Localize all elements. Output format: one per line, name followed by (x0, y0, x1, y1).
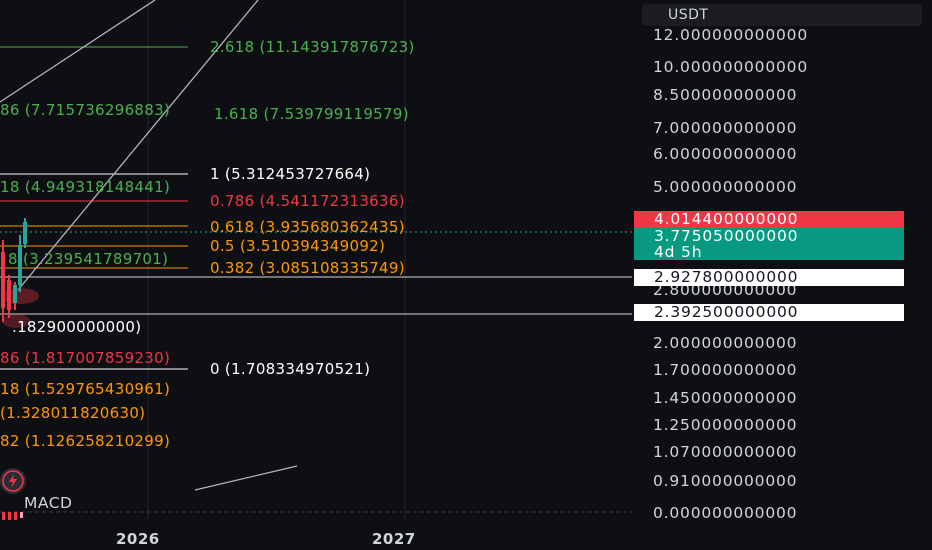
price-scale[interactable]: 12.000000000000 10.000000000000 8.500000… (632, 0, 932, 522)
price-tick: 0.910000000000 (653, 472, 798, 490)
price-tick: 7.000000000000 (653, 119, 798, 137)
macd-bar (2, 512, 5, 520)
price-tick: 6.000000000000 (653, 145, 798, 163)
price-tick: 1.700000000000 (653, 361, 798, 379)
trend-line-3 (194, 465, 298, 491)
fib-label-left: 86 (1.817007859230) (0, 349, 171, 367)
candle (13, 285, 17, 303)
fib-label-left: 82 (1.126258210299) (0, 432, 171, 450)
price-tick: 1.450000000000 (653, 389, 798, 407)
price-tick: 1.250000000000 (653, 416, 798, 434)
price-tick: 5.000000000000 (653, 178, 798, 196)
fib-label-left: 18 (4.949318148441) (0, 178, 171, 196)
fib-label-left: 18 (1.529765430961) (0, 380, 171, 398)
fib-label-left: (1.328011820630) (0, 404, 146, 422)
fib-label-left: 8 (3.239541789701) (8, 250, 169, 268)
fib-label-left: .182900000000) (12, 318, 142, 336)
price-tick: 2.000000000000 (653, 334, 798, 352)
lightning-icon[interactable] (0, 468, 26, 494)
fib-label-0382: 0.382 (3.085108335749) (210, 259, 405, 277)
macd-bar (20, 512, 23, 518)
high-price-tag: 4.014400000000 (634, 211, 904, 228)
price-tick: 12.000000000000 (653, 26, 808, 44)
fib-label-0618: 0.618 (3.935680362435) (210, 218, 405, 236)
macd-bar (8, 512, 11, 520)
chart-pane[interactable]: 2.618 (11.143917876723) 1.618 (7.5397991… (0, 0, 632, 520)
countdown-tag: 4d 5h (634, 244, 904, 260)
macd-indicator-label[interactable]: MACD (24, 494, 72, 512)
year-label-2027: 2027 (372, 530, 416, 548)
fib-label-2618: 2.618 (11.143917876723) (210, 38, 415, 56)
horizontal-line-tag: 2.927800000000 (634, 269, 904, 286)
price-tick: 8.500000000000 (653, 86, 798, 104)
price-tick: 1.070000000000 (653, 443, 798, 461)
price-tick: 10.000000000000 (653, 58, 808, 76)
time-axis[interactable]: 2026 2027 (0, 520, 932, 550)
candle (7, 280, 11, 310)
trend-line-1 (0, 0, 156, 103)
fib-label-0: 0 (1.708334970521) (210, 360, 371, 378)
fib-label-05: 0.5 (3.510394349092) (210, 237, 386, 255)
horizontal-line-tag: 2.392500000000 (634, 304, 904, 321)
fib-label-0786: 0.786 (4.541172313636) (210, 192, 405, 210)
candle (1, 252, 5, 308)
candle (23, 222, 27, 244)
fib-label-left: 86 (7.715736296883) (0, 101, 171, 119)
fib-label-1618: 1.618 (7.539799119579) (214, 105, 409, 123)
macd-bar (14, 512, 17, 520)
fib-label-1: 1 (5.312453727664) (210, 165, 371, 183)
year-label-2026: 2026 (116, 530, 160, 548)
